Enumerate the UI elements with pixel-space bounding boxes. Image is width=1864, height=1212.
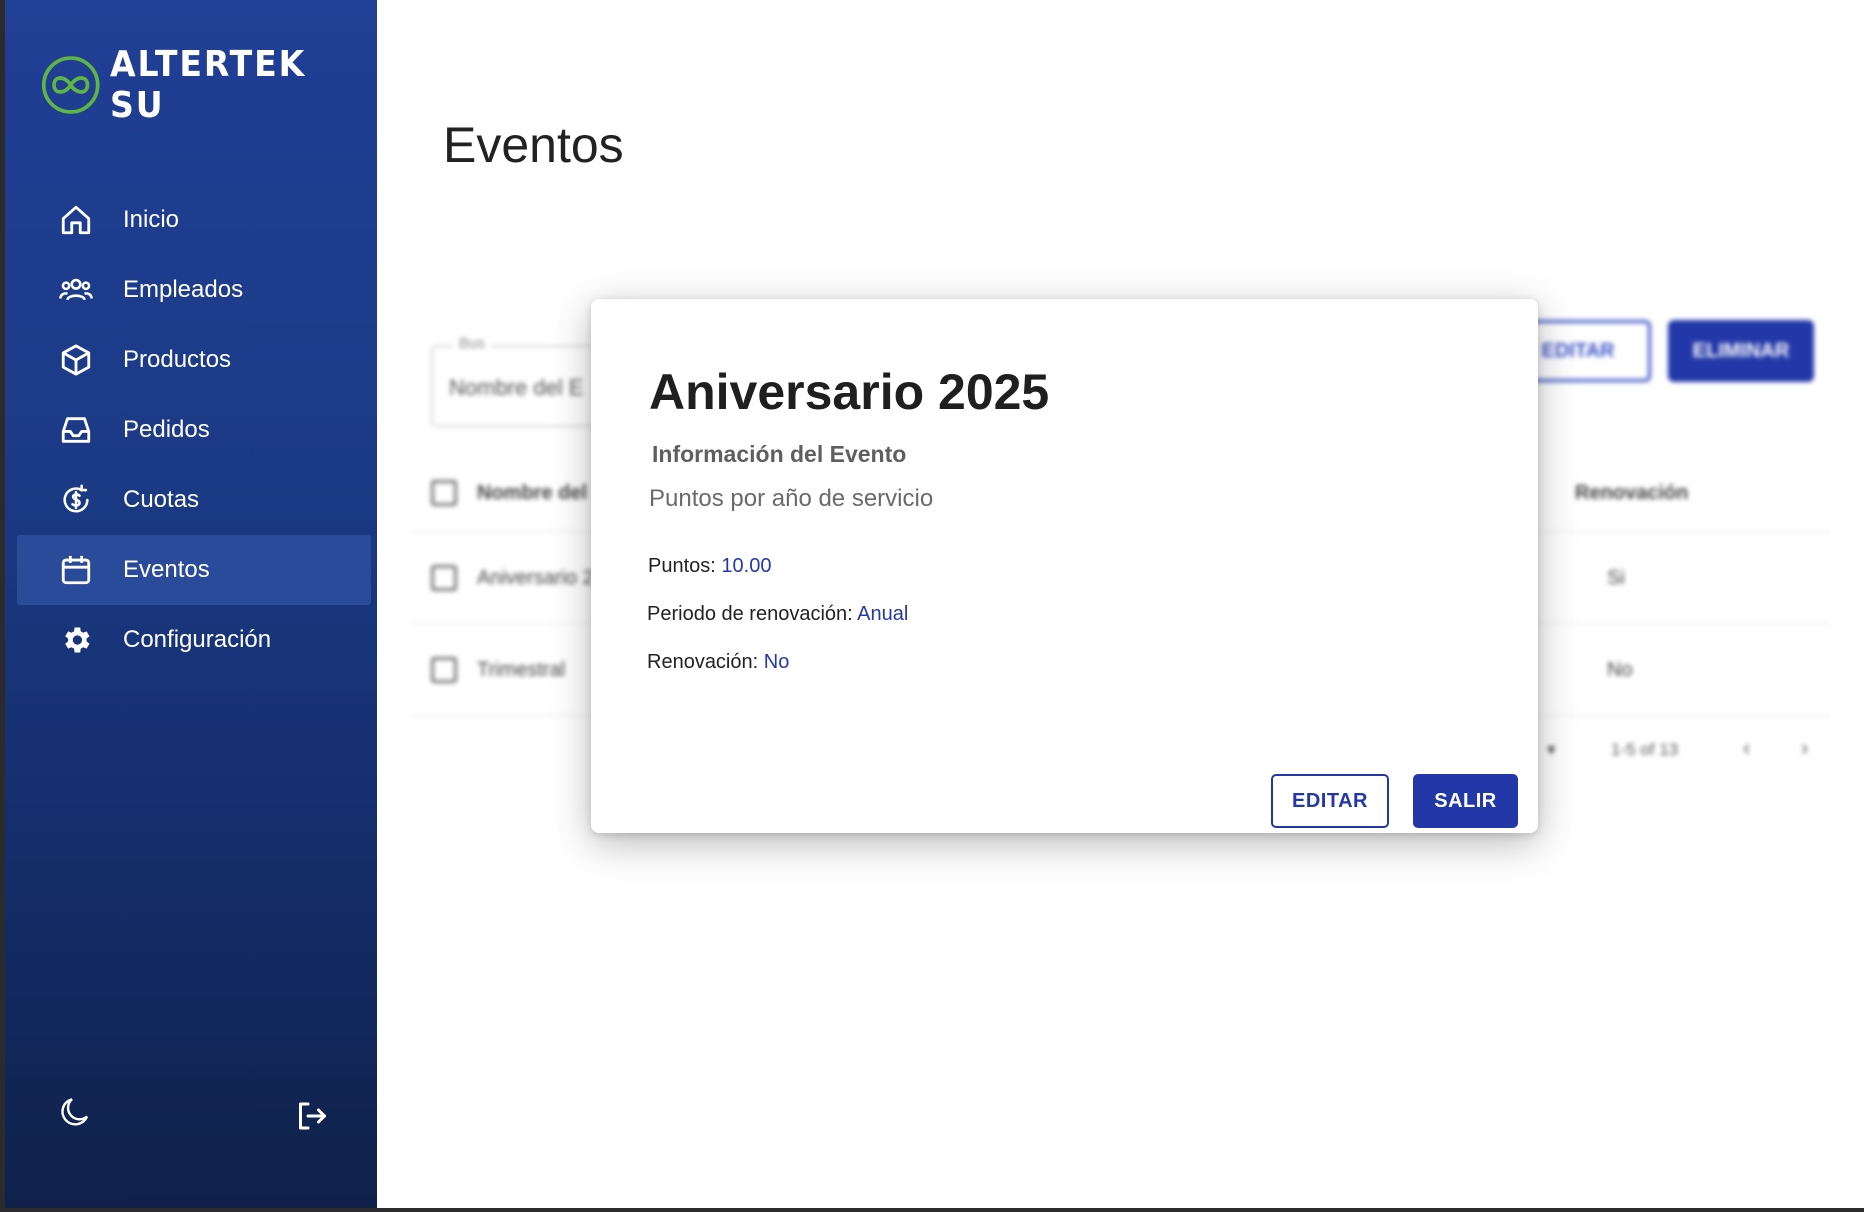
- logout-icon[interactable]: [293, 1098, 329, 1134]
- row-name: Trimestral: [477, 659, 566, 681]
- renewal-label: Renovación:: [647, 651, 759, 673]
- moon-icon[interactable]: [57, 1094, 93, 1130]
- sidebar-nav: Inicio Empleados Productos Pedidos Cuota…: [17, 185, 371, 675]
- box-icon: [59, 343, 93, 377]
- dialog-subtitle: Información del Evento: [652, 441, 907, 467]
- home-icon: [59, 203, 93, 237]
- search-placeholder: Nombre del E: [449, 375, 584, 400]
- renewal-row: Renovación: No: [647, 651, 789, 674]
- dialog-edit-button[interactable]: EDITAR: [1271, 774, 1389, 828]
- period-label: Periodo de renovación:: [647, 603, 853, 625]
- logo: ALTERTEK SU: [41, 44, 377, 126]
- logo-text: ALTERTEK SU: [110, 44, 355, 126]
- renewal-value: No: [763, 651, 790, 673]
- sidebar-item-label: Cuotas: [123, 486, 200, 513]
- calendar-icon: [59, 553, 93, 587]
- sidebar-item-configuracion[interactable]: Configuración: [17, 605, 371, 675]
- row-renewal: Si: [1607, 567, 1625, 589]
- next-page-icon[interactable]: ›: [1801, 735, 1808, 761]
- delete-button[interactable]: ELIMINAR: [1668, 320, 1814, 382]
- row-name: Aniversario 2: [477, 567, 594, 589]
- sidebar-item-eventos[interactable]: Eventos: [17, 535, 371, 605]
- points-row: Puntos: 10.00: [648, 555, 771, 578]
- search-legend: Bus: [453, 335, 491, 352]
- sidebar: ALTERTEK SU Inicio Empleados Productos P…: [5, 0, 377, 1208]
- sidebar-item-pedidos[interactable]: Pedidos: [17, 395, 371, 465]
- infinity-logo-icon: [41, 56, 100, 114]
- points-value: 10.00: [721, 555, 772, 577]
- gear-icon: [59, 623, 93, 657]
- sidebar-item-label: Eventos: [123, 556, 210, 583]
- dialog-exit-button[interactable]: SALIR: [1413, 774, 1518, 828]
- pagination-range: 1-5 of 13: [1611, 740, 1679, 759]
- select-all-checkbox[interactable]: [431, 480, 457, 506]
- sidebar-item-inicio[interactable]: Inicio: [17, 185, 371, 255]
- period-value: Anual: [857, 603, 909, 625]
- sidebar-item-cuotas[interactable]: Cuotas: [17, 465, 371, 535]
- app-window: ALTERTEK SU Inicio Empleados Productos P…: [5, 0, 1864, 1208]
- row-checkbox[interactable]: [431, 565, 457, 591]
- sidebar-item-label: Productos: [123, 346, 232, 373]
- header-renewal: Renovación: [1575, 482, 1689, 504]
- sidebar-item-productos[interactable]: Productos: [17, 325, 371, 395]
- users-icon: [59, 273, 93, 307]
- logo-text-tail: U: [136, 85, 165, 126]
- period-row: Periodo de renovación: Anual: [647, 603, 908, 626]
- currency-refresh-icon: [59, 483, 93, 517]
- row-renewal: No: [1607, 659, 1633, 681]
- header-name: Nombre del: [477, 482, 588, 504]
- sidebar-item-label: Empleados: [123, 276, 244, 303]
- row-checkbox[interactable]: [431, 657, 457, 683]
- prev-page-icon[interactable]: ‹: [1743, 735, 1750, 761]
- sidebar-item-label: Pedidos: [123, 416, 210, 443]
- event-dialog: Aniversario 2025 Información del Evento …: [591, 299, 1538, 833]
- sidebar-item-empleados[interactable]: Empleados: [17, 255, 371, 325]
- dialog-title: Aniversario 2025: [649, 364, 1050, 420]
- dialog-description: Puntos por año de servicio: [649, 485, 934, 512]
- points-label: Puntos:: [648, 555, 716, 577]
- sidebar-item-label: Configuración: [123, 626, 272, 653]
- rows-per-page-dropdown-icon[interactable]: ▾: [1547, 740, 1556, 760]
- sidebar-item-label: Inicio: [123, 206, 180, 233]
- inbox-icon: [59, 413, 93, 447]
